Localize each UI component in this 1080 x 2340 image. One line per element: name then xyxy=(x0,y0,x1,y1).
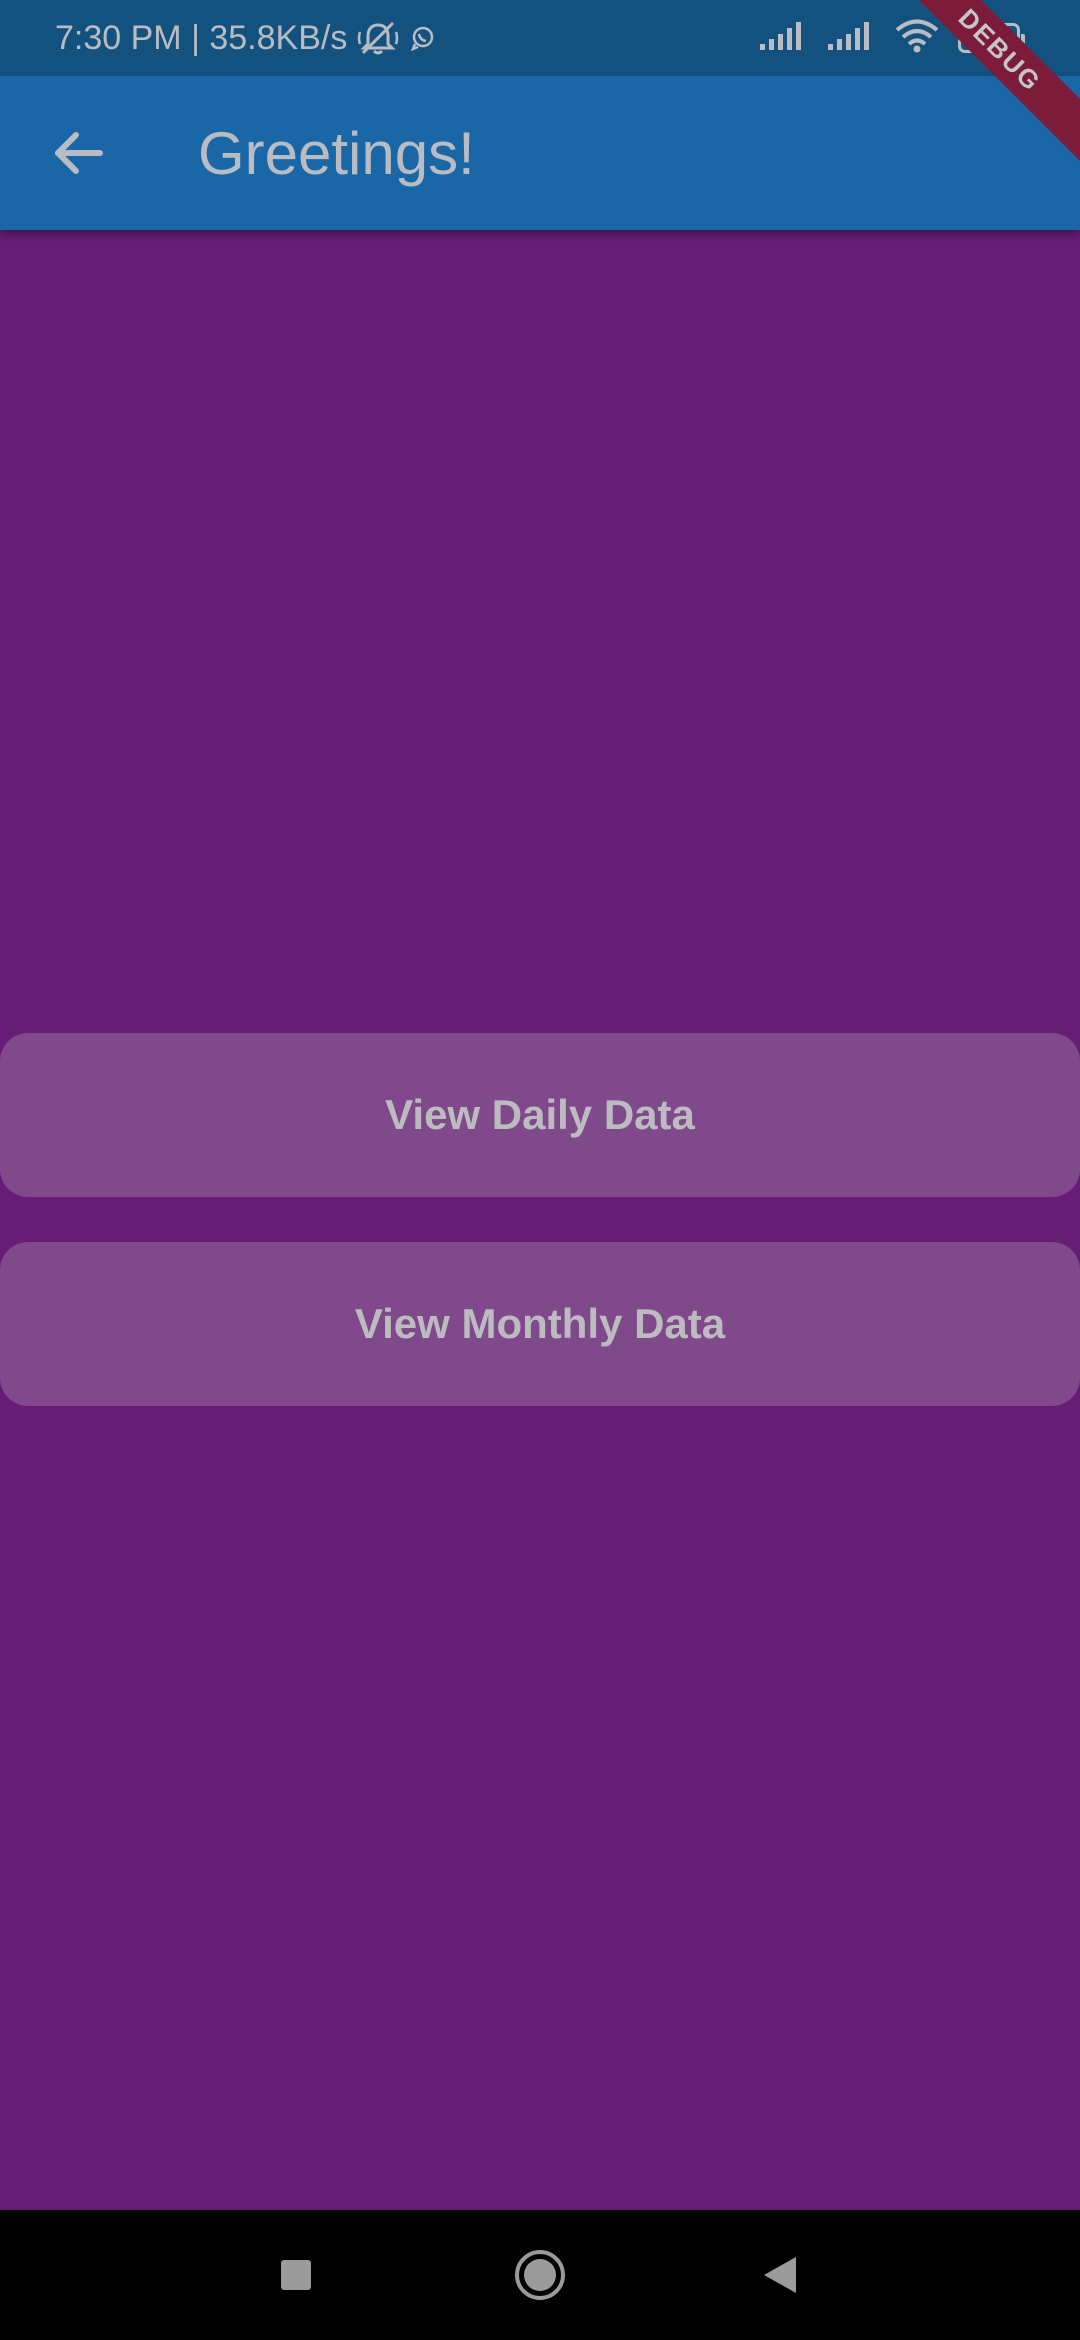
view-daily-data-button[interactable]: View Daily Data xyxy=(0,1033,1080,1197)
view-monthly-data-button[interactable]: View Monthly Data xyxy=(0,1242,1080,1406)
back-button[interactable] xyxy=(38,113,118,193)
screen: 7:30 PM | 35.8KB/s Greetings! DEBUG View… xyxy=(0,0,1080,2340)
status-bar: 7:30 PM | 35.8KB/s xyxy=(0,0,1080,76)
mute-icon xyxy=(357,20,399,56)
home-button[interactable] xyxy=(480,2210,600,2340)
recent-apps-button[interactable] xyxy=(236,2210,356,2340)
back-icon xyxy=(764,2257,796,2293)
nav-back-button[interactable] xyxy=(720,2210,840,2340)
wifi-icon xyxy=(894,19,940,58)
home-icon xyxy=(515,2250,565,2300)
whatsapp-icon xyxy=(409,24,437,52)
status-time: 7:30 PM | 35.8KB/s xyxy=(55,18,348,57)
recent-apps-icon xyxy=(281,2260,311,2290)
page-title: Greetings! xyxy=(198,119,475,187)
signal-icon xyxy=(826,20,876,57)
arrow-back-icon xyxy=(55,132,103,174)
app-bar: Greetings! xyxy=(0,76,1080,230)
system-nav-bar xyxy=(0,2210,1080,2340)
status-left: 7:30 PM | 35.8KB/s xyxy=(55,0,437,76)
signal-icon xyxy=(758,20,808,57)
